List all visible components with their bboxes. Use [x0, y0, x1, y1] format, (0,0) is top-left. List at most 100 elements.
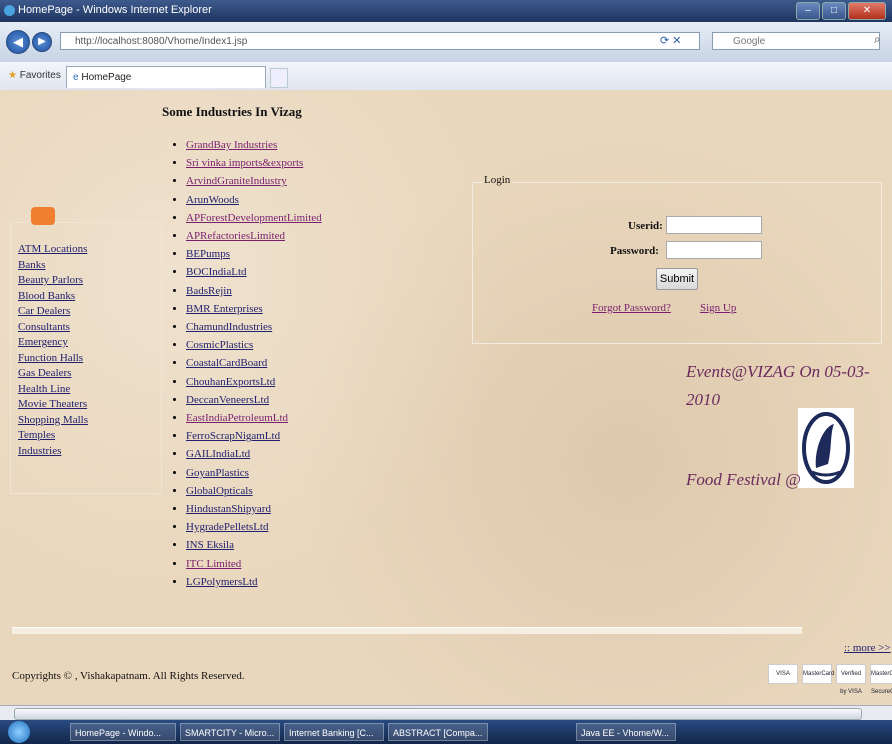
nav-link[interactable]: Shopping Malls	[18, 414, 88, 426]
search-icon[interactable]: ⌕	[874, 32, 881, 47]
industry-link[interactable]: INS Eksila	[186, 539, 234, 551]
industry-list-item: EastIndiaPetroleumLtd	[186, 409, 322, 427]
industry-link[interactable]: ChouhanExportsLtd	[186, 376, 275, 388]
nav-link[interactable]: Car Dealers	[18, 305, 70, 317]
industry-link[interactable]: GAILIndiaLtd	[186, 448, 250, 460]
industry-link[interactable]: ChamundIndustries	[186, 321, 272, 333]
industry-link[interactable]: CosmicPlastics	[186, 339, 253, 351]
industry-link[interactable]: DeccanVeneersLtd	[186, 394, 269, 406]
industry-link[interactable]: ArunWoods	[186, 194, 239, 206]
start-button[interactable]	[8, 721, 30, 743]
industry-link[interactable]: APRefactoriesLimited	[186, 230, 285, 242]
more-link[interactable]: :: more >>	[844, 642, 891, 654]
industry-link[interactable]: HygradePelletsLtd	[186, 521, 268, 533]
visa-card-icon: VISA	[768, 664, 798, 684]
copyright-text: Copyrights © , Vishakapatnam. All Rights…	[12, 670, 245, 682]
payment-cards: VISA MasterCard Verified by VISA MasterC…	[768, 664, 892, 695]
submit-button[interactable]: Submit	[656, 268, 698, 290]
industry-list-item: LGPolymersLtd	[186, 573, 322, 591]
industry-link[interactable]: BEPumps	[186, 248, 230, 260]
verified-by-visa-icon: Verified by VISA	[836, 664, 866, 695]
industry-link[interactable]: FerroScrapNigamLtd	[186, 430, 280, 442]
favorites-bar: ★ Favorites e HomePage	[0, 62, 892, 91]
login-box	[472, 182, 882, 344]
industry-link[interactable]: GlobalOpticals	[186, 485, 253, 497]
industry-list-item: Sri vinka imports&exports	[186, 154, 322, 172]
userid-input[interactable]	[666, 216, 762, 234]
taskbar-item[interactable]: SMARTCITY - Micro...	[180, 723, 280, 741]
dolphin-logo	[798, 408, 854, 488]
nav-link[interactable]: Movie Theaters	[18, 398, 87, 410]
page-icon: e	[73, 72, 79, 83]
star-icon: ★	[8, 70, 17, 81]
nav-link[interactable]: Function Halls	[18, 352, 83, 364]
industry-link[interactable]: GrandBay Industries	[186, 139, 277, 151]
industry-link[interactable]: BadsRejin	[186, 285, 232, 297]
nav-link[interactable]: Temples	[18, 429, 55, 441]
industry-link[interactable]: LGPolymersLtd	[186, 576, 258, 588]
taskbar-item[interactable]: Java EE - Vhome/W...	[576, 723, 676, 741]
mastercard-securecode-icon: MasterCard SecureCode	[870, 664, 892, 695]
taskbar-item[interactable]: HomePage - Windo...	[70, 723, 176, 741]
industry-link[interactable]: BOCIndiaLtd	[186, 266, 247, 278]
events-headline: Events@VIZAG On 05-03-2010	[686, 362, 870, 409]
industry-link[interactable]: GoyanPlastics	[186, 467, 249, 479]
back-button[interactable]: ◀	[6, 30, 30, 54]
minimize-button[interactable]: –	[796, 2, 820, 20]
industry-list-item: BOCIndiaLtd	[186, 263, 322, 281]
taskbar-item[interactable]: ABSTRACT [Compa...	[388, 723, 488, 741]
industry-link[interactable]: Sri vinka imports&exports	[186, 157, 303, 169]
industry-list-item: BadsRejin	[186, 282, 322, 300]
forgot-password-link[interactable]: Forgot Password?	[592, 302, 671, 314]
forward-button[interactable]: ▶	[32, 32, 52, 52]
nav-link[interactable]: ATM Locations	[18, 243, 87, 255]
signup-link[interactable]: Sign Up	[700, 302, 736, 314]
industry-list-item: GrandBay Industries	[186, 136, 322, 154]
industry-link[interactable]: CoastalCardBoard	[186, 357, 267, 369]
industry-link[interactable]: BMR Enterprises	[186, 303, 263, 315]
horizontal-scrollbar[interactable]	[0, 705, 892, 720]
industry-link[interactable]: ITC Limited	[186, 558, 241, 570]
industry-list-item: CoastalCardBoard	[186, 354, 322, 372]
nav-link[interactable]: Gas Dealers	[18, 367, 71, 379]
industry-list-item: FerroScrapNigamLtd	[186, 427, 322, 445]
url-input[interactable]: http://localhost:8080/Vhome/Index1.jsp	[60, 32, 700, 50]
industry-list-item: DeccanVeneersLtd	[186, 391, 322, 409]
nav-link[interactable]: Beauty Parlors	[18, 274, 83, 286]
footer-divider	[12, 627, 802, 634]
nav-link[interactable]: Emergency	[18, 336, 68, 348]
industry-list-item: ChamundIndustries	[186, 318, 322, 336]
industry-list-item: ArvindGraniteIndustry	[186, 172, 322, 190]
industry-link[interactable]: EastIndiaPetroleumLtd	[186, 412, 288, 424]
tab-homepage[interactable]: e HomePage	[66, 66, 266, 88]
nav-link[interactable]: Banks	[18, 259, 46, 271]
industry-link[interactable]: HindustanShipyard	[186, 503, 271, 515]
taskbar-item[interactable]: Internet Banking [C...	[284, 723, 384, 741]
password-input[interactable]	[666, 241, 762, 259]
industry-list-item: ArunWoods	[186, 191, 322, 209]
address-bar: ◀ ▶ http://localhost:8080/Vhome/Index1.j…	[0, 22, 892, 62]
nav-link[interactable]: Consultants	[18, 321, 70, 333]
nav-link[interactable]: Industries	[18, 445, 61, 457]
industry-list-item: GoyanPlastics	[186, 464, 322, 482]
refresh-stop-icons[interactable]: ⟳ ✕	[660, 34, 682, 47]
password-label: Password:	[610, 245, 659, 257]
close-button[interactable]: ✕	[848, 2, 886, 20]
industry-link[interactable]: APForestDevelopmentLimited	[186, 212, 322, 224]
industry-list-item: INS Eksila	[186, 536, 322, 554]
scrollbar-thumb[interactable]	[14, 708, 862, 720]
search-input[interactable]: Google	[712, 32, 880, 50]
new-tab-button[interactable]	[270, 68, 288, 88]
nav-link[interactable]: Health Line	[18, 383, 70, 395]
industry-link[interactable]: ArvindGraniteIndustry	[186, 175, 287, 187]
industry-list-item: APRefactoriesLimited	[186, 227, 322, 245]
nav-link[interactable]: Blood Banks	[18, 290, 75, 302]
ie-icon	[4, 5, 15, 16]
industry-list-item: CosmicPlastics	[186, 336, 322, 354]
industry-list-item: APForestDevelopmentLimited	[186, 209, 322, 227]
industry-list-item: HindustanShipyard	[186, 500, 322, 518]
tab-label: HomePage	[81, 72, 132, 83]
favorites-label: Favorites	[19, 70, 61, 81]
maximize-button[interactable]: □	[822, 2, 846, 20]
favorites-button[interactable]: ★ Favorites	[8, 70, 61, 81]
